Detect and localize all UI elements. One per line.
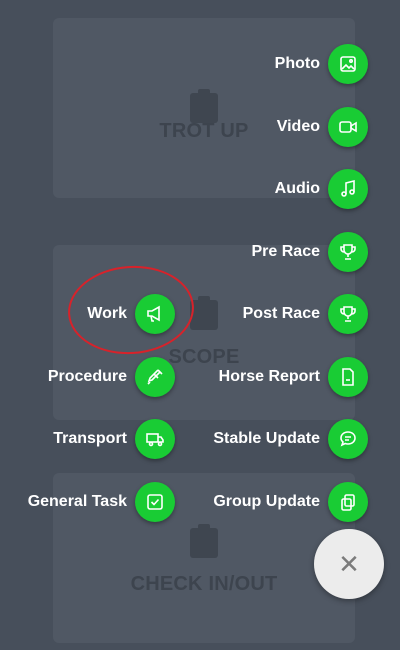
action-transport[interactable]: Transport (53, 417, 175, 461)
action-audio[interactable]: Audio (275, 167, 368, 211)
truck-icon[interactable] (135, 419, 175, 459)
action-label: Horse Report (218, 368, 320, 385)
action-video[interactable]: Video (277, 105, 368, 149)
action-post-race[interactable]: Post Race (243, 292, 368, 336)
action-horse-report[interactable]: Horse Report (219, 355, 368, 399)
action-pre-race[interactable]: Pre Race (251, 230, 368, 274)
clipboard-icon (190, 89, 218, 123)
action-label: Photo (274, 55, 320, 72)
action-general-task[interactable]: General Task (28, 480, 175, 524)
megaphone-icon[interactable] (135, 294, 175, 334)
clipboard-icon (190, 296, 218, 330)
clipboard-check-icon (190, 524, 218, 558)
photo-icon[interactable] (328, 44, 368, 84)
action-label: Pre Race (251, 243, 321, 260)
action-group-update[interactable]: Group Update (213, 480, 368, 524)
action-label: Stable Update (213, 430, 320, 447)
trophy-icon[interactable] (328, 232, 368, 272)
action-label: Audio (274, 180, 320, 197)
action-label: Transport (53, 430, 127, 447)
video-camera-icon[interactable] (328, 107, 368, 147)
music-note-icon[interactable] (328, 169, 368, 209)
action-photo[interactable]: Photo (275, 42, 368, 86)
action-label: General Task (27, 493, 127, 510)
action-procedure[interactable]: Procedure (48, 355, 175, 399)
chat-bubble-icon[interactable] (328, 419, 368, 459)
close-icon: ✕ (338, 548, 360, 579)
action-label: Work (87, 305, 127, 322)
trophy-icon[interactable] (328, 294, 368, 334)
action-label: Video (276, 118, 320, 135)
copy-icon[interactable] (328, 482, 368, 522)
syringe-icon[interactable] (135, 357, 175, 397)
document-icon[interactable] (328, 357, 368, 397)
close-button[interactable]: ✕ (314, 529, 384, 599)
card-label: CHECK IN/OUT (130, 573, 278, 595)
checkbox-icon[interactable] (135, 482, 175, 522)
action-label: Group Update (213, 493, 320, 510)
action-label: Post Race (242, 305, 320, 322)
action-work[interactable]: Work (87, 292, 175, 336)
action-stable-update[interactable]: Stable Update (213, 417, 368, 461)
action-label: Procedure (47, 368, 127, 385)
